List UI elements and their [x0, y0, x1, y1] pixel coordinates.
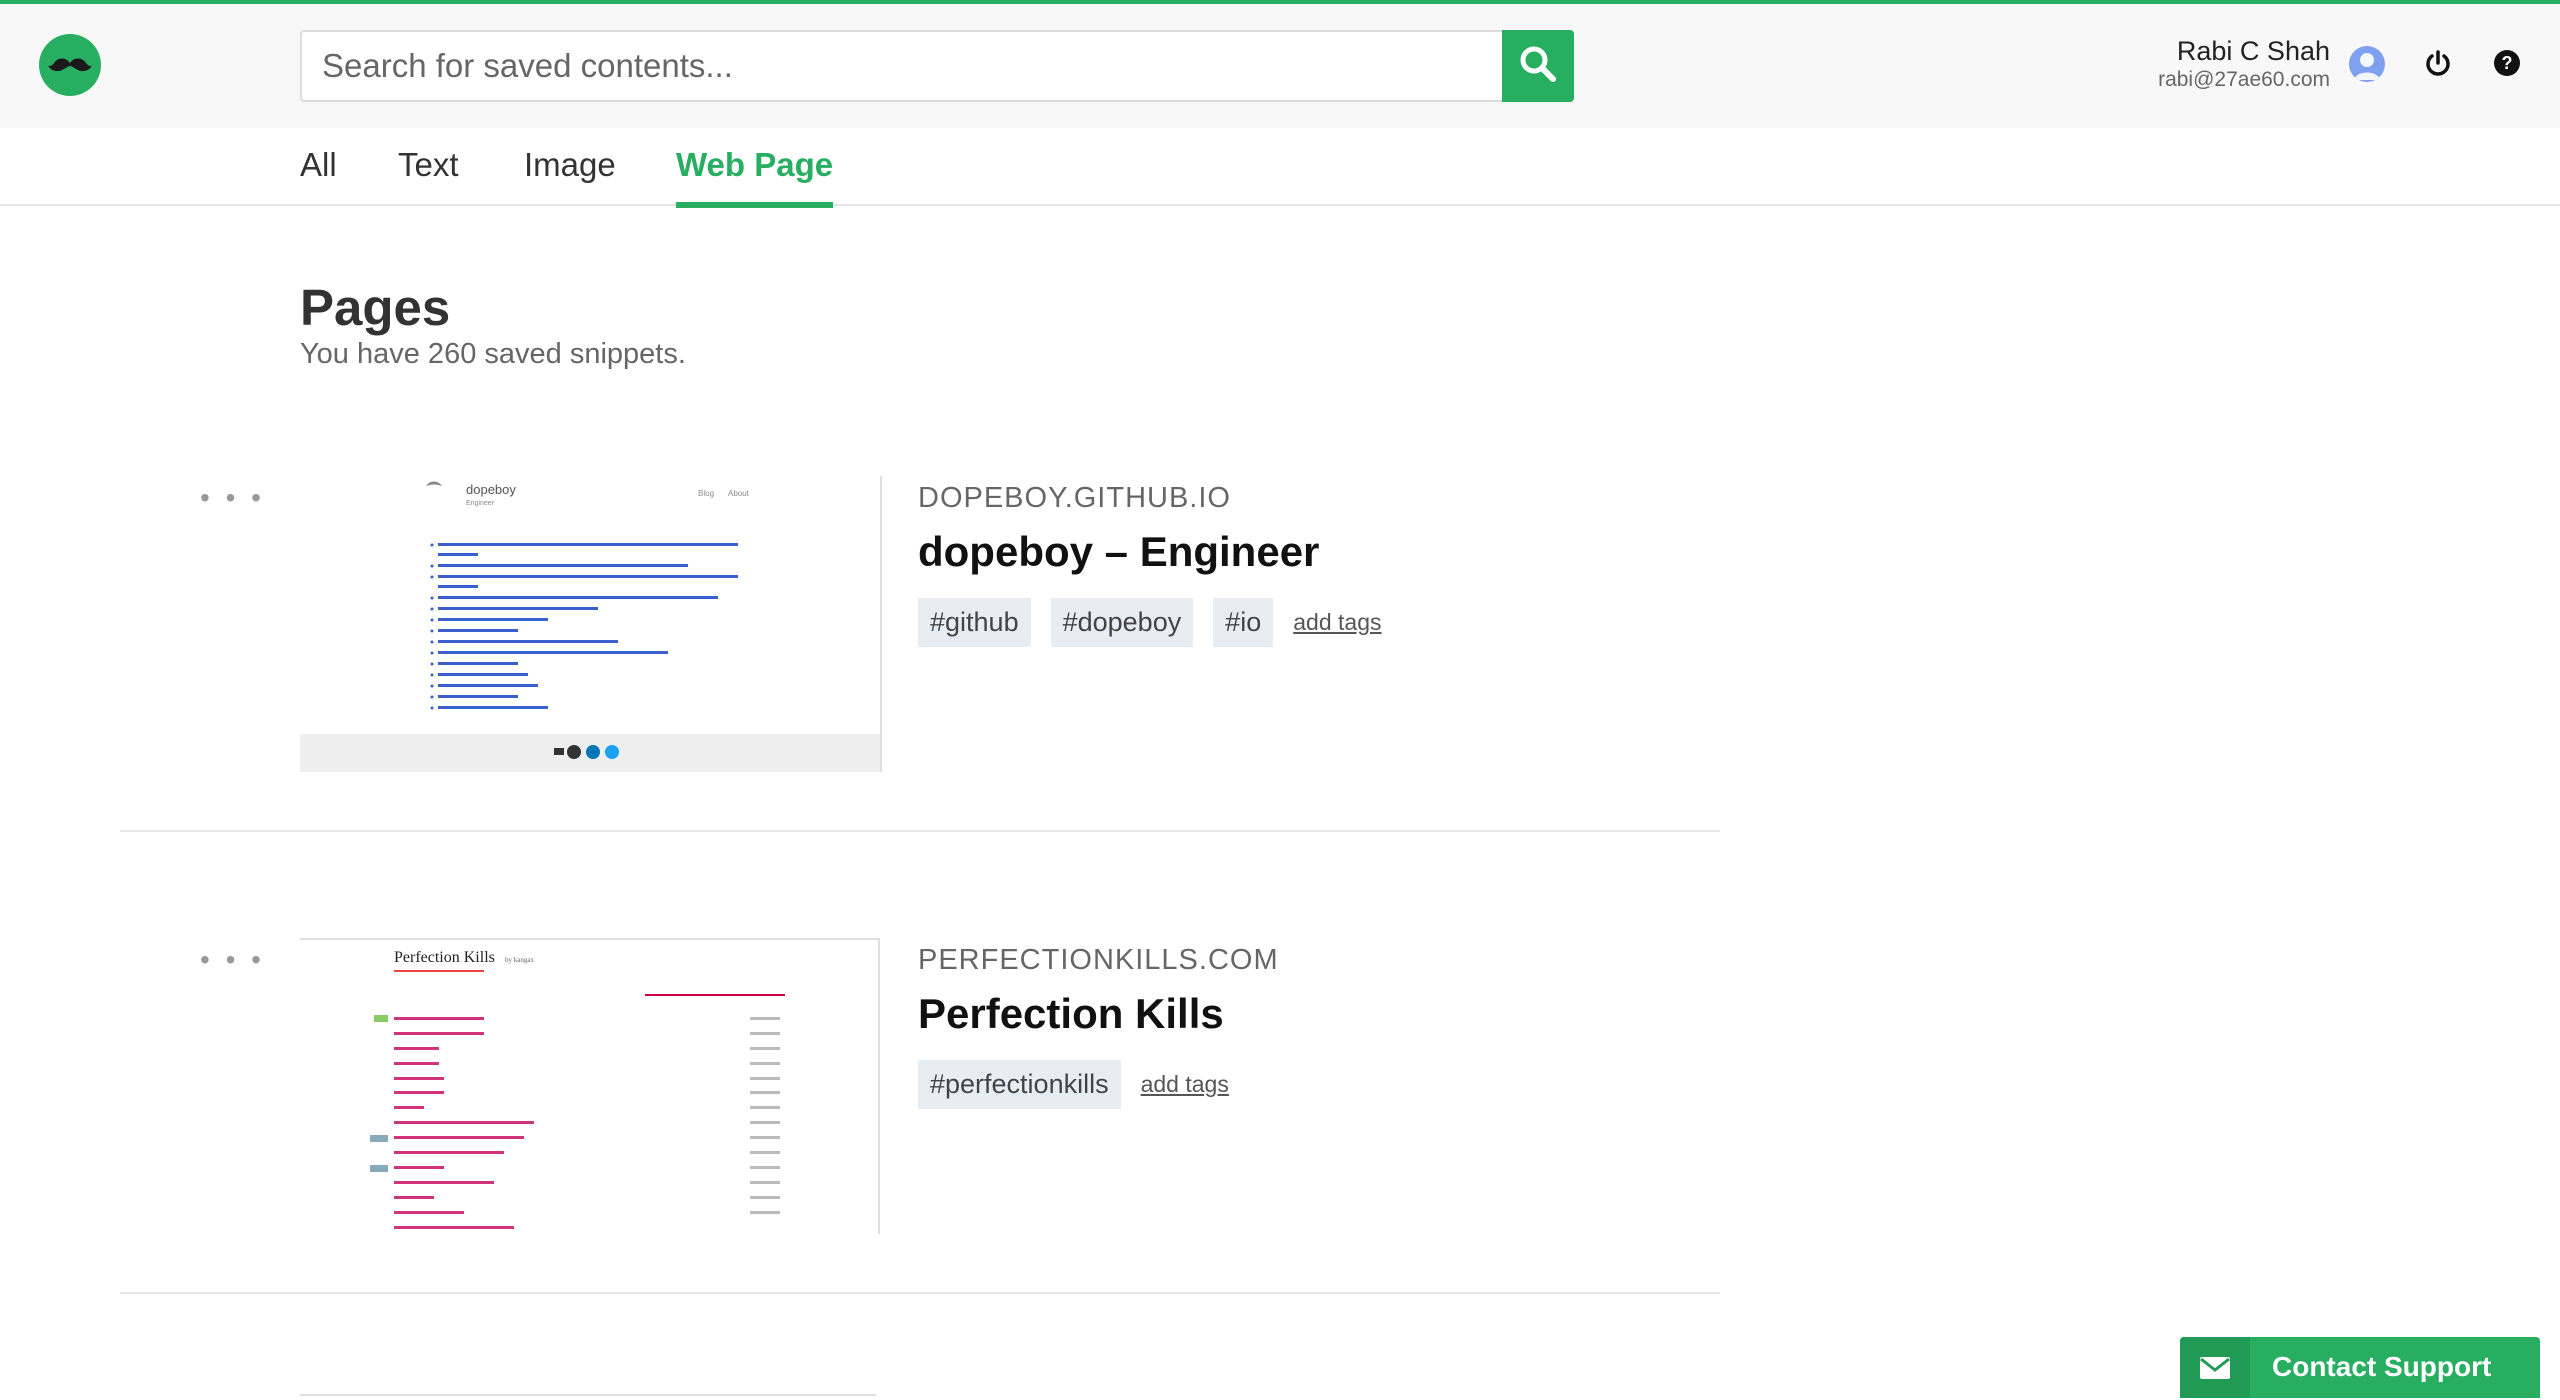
- contact-support-label: Contact Support: [2272, 1351, 2492, 1382]
- contact-support-button[interactable]: Contact Support: [2180, 1337, 2540, 1398]
- search-box: [300, 30, 1574, 102]
- help-icon[interactable]: ?: [2491, 47, 2523, 79]
- thumb-nav-blog: Blog: [698, 489, 714, 498]
- mustache-logo-icon[interactable]: [39, 34, 101, 96]
- thumb-site-name: Perfection Kills: [394, 949, 495, 966]
- tab-text[interactable]: Text: [398, 146, 459, 202]
- user-email: rabi@27ae60.com: [2158, 68, 2330, 91]
- item-title[interactable]: Perfection Kills: [918, 990, 1224, 1038]
- add-tags-link[interactable]: add tags: [1141, 1071, 1229, 1098]
- tab-web-page[interactable]: Web Page: [676, 146, 834, 208]
- list-item: • • • Perfection Kills by kangax PERFECT…: [120, 938, 1720, 1400]
- search-icon: [1518, 44, 1558, 89]
- thumb-site-sub: by kangax: [505, 956, 534, 964]
- tab-bar: All Text Image Web Page: [0, 128, 2560, 208]
- tag-dopeboy[interactable]: #dopeboy: [1050, 598, 1194, 647]
- tag-list: #perfectionkills add tags: [918, 1060, 1229, 1109]
- search-button[interactable]: [1502, 30, 1574, 102]
- item-divider: [120, 830, 1720, 832]
- thumb-site-sub: Engineer: [466, 500, 495, 507]
- page-title: Pages: [300, 279, 451, 336]
- item-domain: DOPEBOY.GITHUB.IO: [918, 482, 1231, 514]
- search-input[interactable]: [302, 32, 1498, 100]
- thumb-site-name: dopeboy: [466, 482, 516, 497]
- svg-text:?: ?: [2502, 53, 2513, 73]
- page-thumbnail[interactable]: Perfection Kills by kangax: [300, 938, 880, 1234]
- item-domain: PERFECTIONKILLS.COM: [918, 944, 1279, 976]
- list-item: • • • dopeboy Engineer Blog About DOPEBO…: [120, 476, 1720, 938]
- power-icon[interactable]: [2420, 46, 2456, 82]
- more-dots-icon[interactable]: • • •: [200, 482, 265, 514]
- thumb-nav-about: About: [728, 489, 750, 498]
- tag-github[interactable]: #github: [918, 598, 1031, 647]
- tab-all[interactable]: All: [300, 146, 337, 202]
- avatar-icon[interactable]: [2349, 46, 2385, 82]
- page-subtitle: You have 260 saved snippets.: [300, 338, 686, 370]
- tag-perfectionkills[interactable]: #perfectionkills: [918, 1060, 1121, 1109]
- tab-image[interactable]: Image: [524, 146, 616, 202]
- user-name: Rabi C Shah: [2176, 36, 2330, 66]
- item-divider: [120, 1292, 1720, 1294]
- app-header: Rabi C Shah rabi@27ae60.com ?: [0, 4, 2560, 129]
- next-item-edge: [300, 1394, 876, 1396]
- more-dots-icon[interactable]: • • •: [200, 944, 265, 976]
- add-tags-link[interactable]: add tags: [1293, 609, 1381, 636]
- tag-io[interactable]: #io: [1213, 598, 1274, 647]
- item-title[interactable]: dopeboy – Engineer: [918, 528, 1319, 576]
- page-thumbnail[interactable]: dopeboy Engineer Blog About: [300, 476, 882, 772]
- tag-list: #github #dopeboy #io add tags: [918, 598, 1382, 647]
- mail-icon: [2180, 1337, 2250, 1398]
